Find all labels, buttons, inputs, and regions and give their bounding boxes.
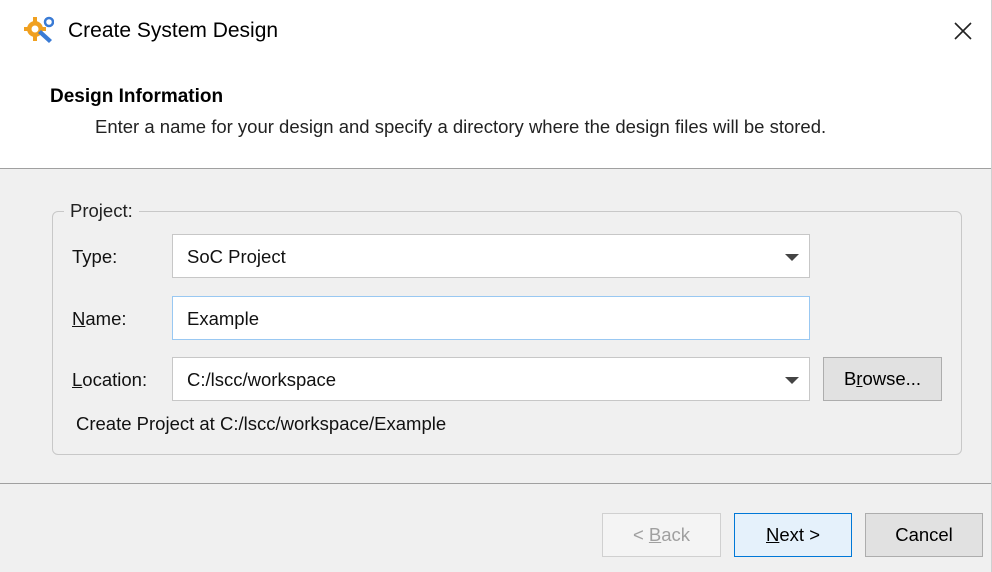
name-label-rest: ame: xyxy=(85,308,127,329)
close-button[interactable] xyxy=(934,0,992,62)
chevron-down-icon xyxy=(785,254,799,261)
location-label-mnemonic: L xyxy=(72,369,83,390)
chevron-down-icon xyxy=(785,377,799,384)
header-title: Design Information xyxy=(50,86,224,107)
browse-button-label: Browse... xyxy=(844,368,921,390)
location-label: Location: xyxy=(72,369,147,391)
name-input-value: Example xyxy=(187,308,259,329)
project-group-label: Project: xyxy=(64,200,139,222)
next-label-mnemonic: N xyxy=(766,524,780,545)
close-icon xyxy=(954,22,972,40)
back-label-mnemonic: B xyxy=(648,524,662,545)
next-label-post: ext > xyxy=(779,524,820,545)
browse-button[interactable]: Browse... xyxy=(823,357,942,401)
back-button-label: < Back xyxy=(633,524,690,546)
back-label-post: ack xyxy=(661,524,691,545)
header-description: Enter a name for your design and specify… xyxy=(95,116,827,137)
type-label: Type: xyxy=(72,246,118,267)
back-button[interactable]: < Back xyxy=(602,513,721,557)
header-panel: Design Information Enter a name for your… xyxy=(0,66,992,169)
browse-label-pre: B xyxy=(843,368,857,389)
name-input[interactable]: Example xyxy=(172,296,810,340)
name-label: Name: xyxy=(72,308,127,330)
type-combobox-value: SoC Project xyxy=(187,246,286,267)
title-bar: Create System Design xyxy=(0,0,992,66)
location-combobox[interactable]: C:/lscc/workspace xyxy=(172,357,810,401)
next-button[interactable]: Next > xyxy=(734,513,852,557)
type-combobox[interactable]: SoC Project xyxy=(172,234,810,278)
location-combobox-value: C:/lscc/workspace xyxy=(187,369,337,390)
back-label-pre: < xyxy=(632,524,649,545)
browse-label-post: owse... xyxy=(862,368,922,389)
gear-wrench-icon xyxy=(22,14,55,46)
next-button-label: Next > xyxy=(766,524,820,546)
cancel-button[interactable]: Cancel xyxy=(865,513,983,557)
create-system-design-dialog: Create System Design Design Information … xyxy=(0,0,992,572)
project-path-info: Create Project at C:/lscc/workspace/Exam… xyxy=(76,413,447,434)
name-label-mnemonic: N xyxy=(72,308,86,329)
window-title: Create System Design xyxy=(68,19,279,42)
footer-divider xyxy=(0,483,992,484)
location-label-rest: ocation: xyxy=(82,369,148,390)
